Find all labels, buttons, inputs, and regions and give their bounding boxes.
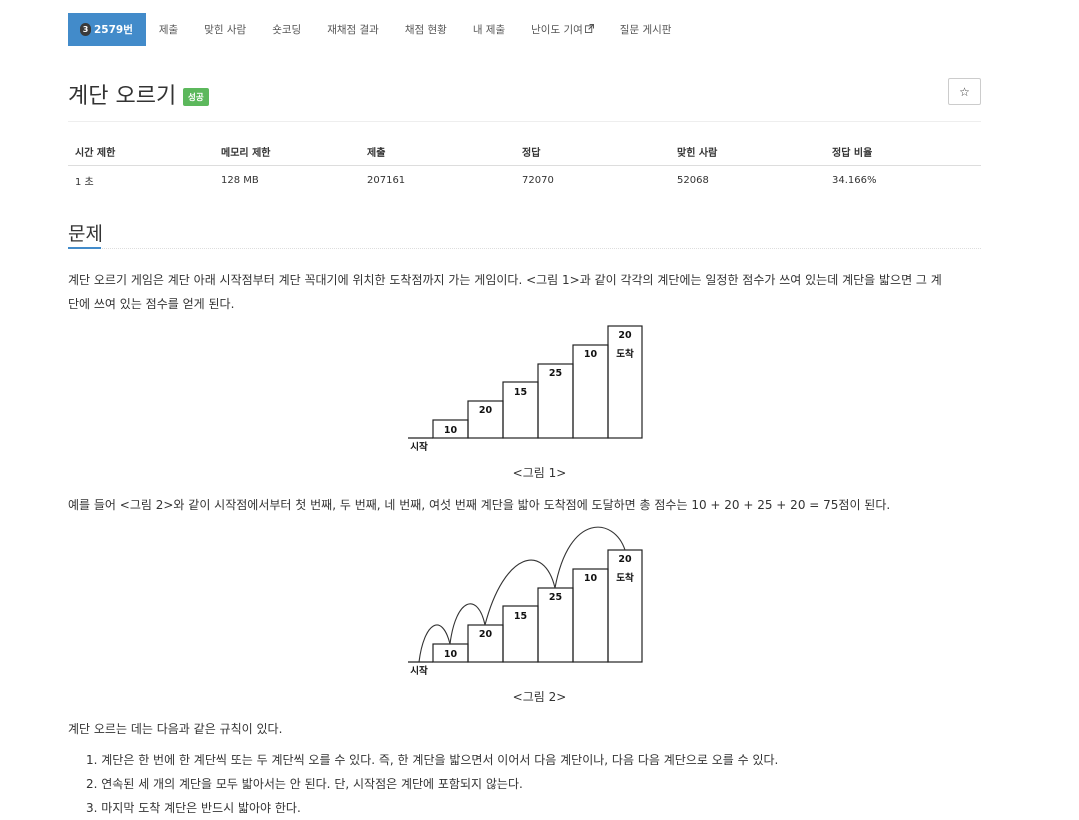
- fig2-step-score-1: 10: [444, 649, 458, 660]
- table-row: 1 초 128 MB 207161 72070 52068 34.166%: [68, 165, 981, 195]
- step-score-4: 25: [549, 368, 562, 379]
- external-link-icon: [584, 23, 594, 36]
- section-accent-underline: [68, 247, 101, 249]
- rules-list: 1. 계단은 한 번에 한 계단씩 또는 두 계단씩 오를 수 있다. 즉, 한…: [86, 748, 778, 820]
- step-score-5: 10: [584, 349, 598, 360]
- section-divider: [68, 248, 981, 249]
- tab-problem-label: 2579번: [94, 24, 133, 36]
- time-limit-value: 1 초: [75, 176, 94, 188]
- fig2-step-score-3: 15: [514, 611, 527, 622]
- fig2-start-label: 시작: [410, 665, 428, 677]
- step-score-6: 20: [618, 330, 632, 341]
- tab-difficulty-label: 난이도 기여: [531, 24, 583, 36]
- tab-submit[interactable]: 제출: [146, 13, 191, 46]
- figure-2-caption: <그림 2>: [512, 690, 567, 704]
- header-submissions: 제출: [360, 138, 515, 166]
- example-description: 예를 들어 <그림 2>와 같이 시작점에서부터 첫 번째, 두 번째, 네 번…: [68, 498, 891, 512]
- status-badge: 성공: [183, 88, 209, 106]
- header-ratio: 정답 비율: [825, 138, 981, 166]
- fig2-step-score-4: 25: [549, 592, 562, 603]
- tab-status[interactable]: 채점 현황: [392, 13, 460, 46]
- fig2-end-label: 도착: [616, 572, 634, 584]
- problem-info-table: 시간 제한 메모리 제한 제출 정답 맞힌 사람 정답 비율 1 초 128 M…: [68, 138, 981, 195]
- header-accepted: 정답: [515, 138, 670, 166]
- figure-2-stairs-path: 10 20 15 25 10 20 도착 시작: [408, 526, 643, 677]
- tab-rejudge[interactable]: 재채점 결과: [314, 13, 392, 46]
- fig2-step-score-2: 20: [479, 629, 493, 640]
- step-score-2: 20: [479, 405, 493, 416]
- figure-1-stairs: 10 20 15 25 10 20 도착 시작: [408, 325, 643, 453]
- list-item: 3. 마지막 도착 계단은 반드시 밟아야 한다.: [86, 801, 301, 815]
- step-score-3: 15: [514, 387, 527, 398]
- tab-short-coding[interactable]: 숏코딩: [259, 13, 314, 46]
- tab-my-submissions[interactable]: 내 제출: [460, 13, 518, 46]
- header-memory-limit: 메모리 제한: [214, 138, 360, 166]
- rules-intro: 계단 오르는 데는 다음과 같은 규칙이 있다.: [68, 722, 283, 736]
- tab-solved-users[interactable]: 맞힌 사람: [191, 13, 259, 46]
- tab-difficulty[interactable]: 난이도 기여: [518, 13, 607, 46]
- solved-users-value: 52068: [677, 174, 709, 186]
- ratio-value: 34.166%: [832, 174, 877, 186]
- problem-nav: 3 2579번 제출 맞힌 사람 숏코딩 재채점 결과 채점 현황 내 제출 난…: [68, 13, 684, 46]
- tab-questions[interactable]: 질문 게시판: [607, 13, 685, 46]
- problem-description-line-2: 단에 쓰여 있는 점수를 얻게 된다.: [68, 297, 235, 311]
- star-icon: ☆: [959, 84, 970, 99]
- figure-1-caption: <그림 1>: [512, 466, 567, 480]
- fig2-step-score-6: 20: [618, 554, 632, 565]
- list-item: 1. 계단은 한 번에 한 계단씩 또는 두 계단씩 오를 수 있다. 즉, 한…: [86, 753, 779, 767]
- divider: [68, 121, 981, 122]
- accepted-value: 72070: [522, 174, 554, 186]
- table-header-row: 시간 제한 메모리 제한 제출 정답 맞힌 사람 정답 비율: [68, 138, 981, 166]
- page-title: 계단 오르기: [68, 84, 177, 109]
- start-label: 시작: [410, 441, 428, 453]
- tab-problem[interactable]: 3 2579번: [68, 13, 146, 46]
- section-title-problem: 문제: [68, 223, 103, 245]
- memory-limit-value: 128 MB: [221, 174, 259, 186]
- problem-description-line-1: 계단 오르기 게임은 계단 아래 시작점부터 계단 꼭대기에 위치한 도착점까지…: [68, 273, 942, 287]
- list-item: 2. 연속된 세 개의 계단을 모두 밟아서는 안 된다. 단, 시작점은 계단…: [86, 777, 523, 791]
- header-solved-users: 맞힌 사람: [670, 138, 825, 166]
- step-score-1: 10: [444, 425, 458, 436]
- favorite-star-button[interactable]: ☆: [948, 78, 981, 105]
- end-label: 도착: [616, 348, 634, 360]
- submissions-value: 207161: [367, 174, 406, 186]
- header-time-limit: 시간 제한: [68, 138, 214, 166]
- fig2-step-score-5: 10: [584, 573, 598, 584]
- tier-badge-icon: 3: [80, 23, 91, 36]
- title-row: 계단 오르기 성공 ☆: [68, 78, 981, 112]
